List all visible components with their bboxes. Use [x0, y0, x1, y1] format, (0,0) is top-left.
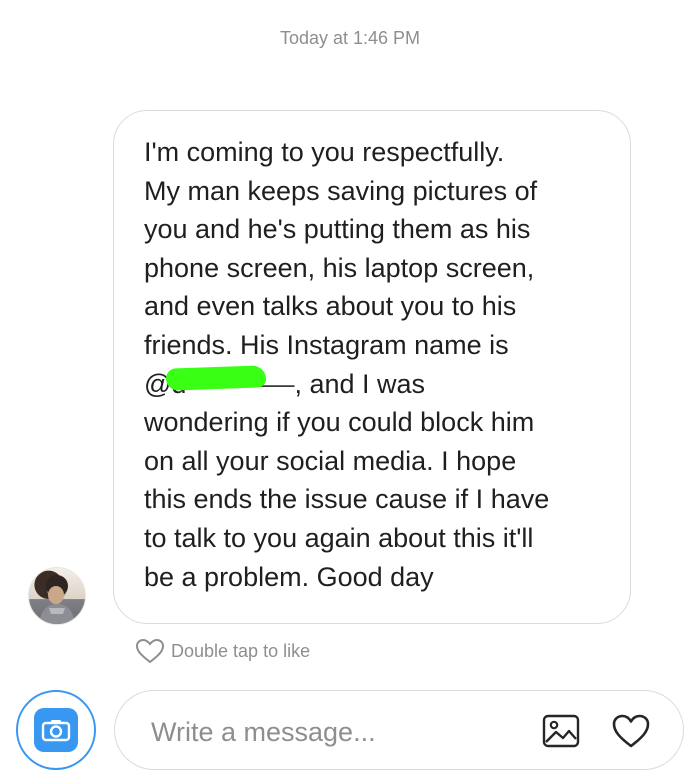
message-composer — [114, 690, 684, 770]
message-line: phone screen, his laptop screen, — [144, 252, 535, 283]
sender-avatar[interactable] — [28, 567, 86, 625]
message-line: be a problem. Good day — [144, 561, 434, 592]
username-suffix: , and I was — [294, 368, 426, 399]
camera-button[interactable] — [16, 690, 96, 770]
gallery-button[interactable] — [539, 709, 583, 753]
message-line: to talk to you again about this it'll — [144, 522, 534, 553]
message-line: My man keeps saving pictures of — [144, 175, 538, 206]
message-line: wondering if you could block him — [144, 407, 535, 438]
double-tap-like[interactable]: Double tap to like — [135, 638, 310, 664]
message-timestamp: Today at 1:46 PM — [279, 28, 421, 48]
message-input[interactable] — [149, 709, 533, 755]
heart-outline-icon — [135, 638, 165, 664]
redacted-username: @d———— — [144, 364, 294, 404]
green-redaction-mark — [165, 364, 267, 391]
message-line: I'm coming to you respectfully. — [144, 137, 505, 167]
message-line: and even talks about you to his — [144, 291, 517, 322]
camera-icon — [34, 708, 78, 752]
image-icon — [542, 714, 580, 748]
message-line-username: @d———— , and I was — [144, 364, 604, 404]
message-line: you and he's putting them as his — [144, 214, 531, 245]
heart-button[interactable] — [609, 709, 653, 753]
message-line: this ends the issue cause if I have — [144, 484, 550, 515]
like-label: Double tap to like — [171, 640, 311, 661]
message-bubble[interactable]: I'm coming to you respectfully. My man k… — [113, 110, 631, 624]
message-line: on all your social media. I hope — [144, 445, 517, 476]
heart-icon — [612, 714, 650, 748]
avatar-photo — [39, 575, 75, 624]
message-line: friends. His Instagram name is — [144, 329, 509, 360]
